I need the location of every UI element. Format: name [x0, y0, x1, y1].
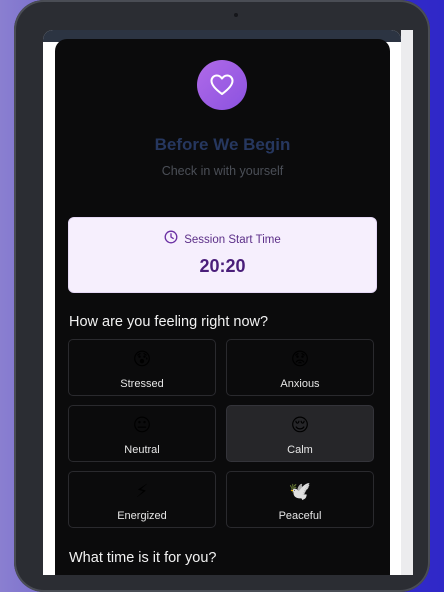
- app-screen: Before We Begin Check in with yourself S…: [43, 30, 401, 575]
- time-question: What time is it for you?: [69, 550, 217, 566]
- stressed-emoji-icon: 😰: [132, 349, 152, 369]
- mood-option-stressed[interactable]: 😰 Stressed: [68, 339, 216, 396]
- mood-label: Stressed: [120, 378, 164, 390]
- mood-option-anxious[interactable]: 😟 Anxious: [226, 339, 374, 396]
- mood-label: Peaceful: [278, 510, 322, 522]
- session-label-row: Session Start Time: [69, 230, 376, 249]
- mood-label: Anxious: [280, 378, 320, 390]
- mood-option-calm[interactable]: 😌 Calm: [226, 405, 374, 462]
- neutral-emoji-icon: 😐: [132, 415, 152, 435]
- screen-edge: [401, 30, 413, 575]
- calm-emoji-icon: 😌: [290, 415, 310, 435]
- session-time: 20:20: [199, 256, 246, 276]
- mood-option-peaceful[interactable]: 🕊️ Peaceful: [226, 471, 374, 528]
- dove-emoji-icon: 🕊️: [288, 481, 312, 501]
- mood-question: How are you feeling right now?: [69, 314, 269, 330]
- mood-option-neutral[interactable]: 😐 Neutral: [68, 405, 216, 462]
- heart-icon: [197, 60, 247, 110]
- lightning-emoji-icon: ⚡: [135, 481, 149, 501]
- mood-option-energized[interactable]: ⚡ Energized: [68, 471, 216, 528]
- anxious-emoji-icon: 😟: [290, 349, 310, 369]
- checkin-card: Before We Begin Check in with yourself S…: [55, 39, 390, 575]
- session-label: Session Start Time: [184, 233, 281, 246]
- camera-dot: [234, 13, 238, 17]
- session-start-card: Session Start Time 20:20: [68, 217, 377, 293]
- clock-icon: [164, 230, 178, 249]
- mood-label: Calm: [287, 444, 313, 456]
- page-title: Before We Begin: [154, 135, 291, 154]
- mood-label: Energized: [117, 510, 167, 522]
- page-subtitle: Check in with yourself: [161, 164, 284, 178]
- mood-label: Neutral: [124, 444, 160, 456]
